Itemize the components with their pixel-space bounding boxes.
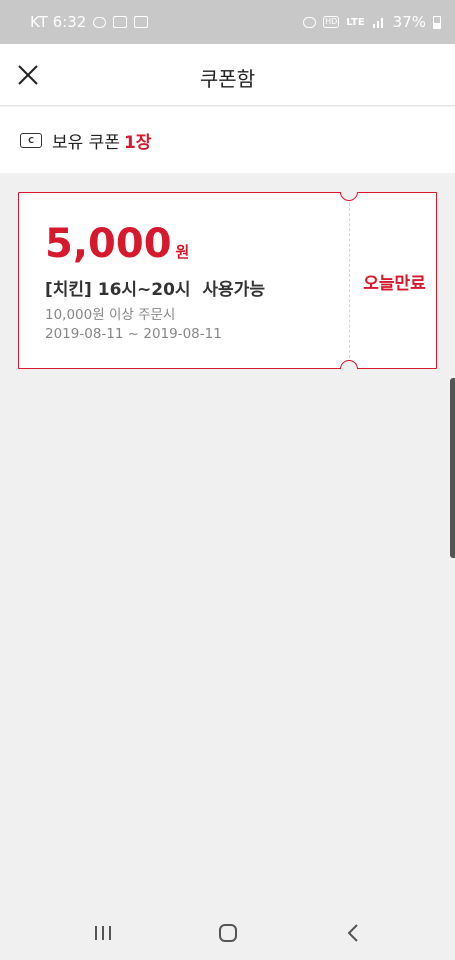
- coupon-expire-label: 오늘만료: [363, 274, 426, 294]
- alarm-icon: [303, 16, 317, 28]
- navigation-bar: [0, 906, 455, 960]
- coupon-amount-unit: 원: [175, 243, 190, 261]
- battery-percent: 37%: [392, 13, 426, 31]
- coupon-divider: [349, 203, 350, 358]
- recent-apps-button[interactable]: [73, 913, 133, 953]
- coupon-summary: C 보유 쿠폰 1장: [0, 107, 455, 173]
- chat-notification-icon: [93, 16, 107, 28]
- coupon-card[interactable]: 5,000 원 [치킨] 16시~20시 사용가능 10,000원 이상 주문시 …: [18, 192, 437, 369]
- coupon-period: 2019-08-11 ~ 2019-08-11: [45, 326, 222, 342]
- carrier-time: KT 6:32: [30, 13, 87, 31]
- gallery-notification-icon: [113, 16, 128, 28]
- coupon-summary-label: 보유 쿠폰: [52, 132, 120, 153]
- page-title: 쿠폰함: [199, 67, 256, 91]
- coupon-notch-bottom: [340, 360, 358, 369]
- coupon-count: 1장: [123, 132, 152, 153]
- scrollbar-thumb[interactable]: [450, 378, 455, 558]
- home-icon[interactable]: [218, 923, 238, 943]
- battery-icon: [433, 15, 441, 29]
- hd-icon: HD: [323, 16, 340, 28]
- header: 쿠폰함: [0, 44, 455, 106]
- signal-icon: [372, 18, 383, 28]
- status-bar: KT 6:32 HD LTE 37%: [0, 0, 455, 44]
- coupon-name: [치킨] 16시~20시 사용가능: [45, 280, 265, 300]
- app-notification-icon: [134, 16, 149, 28]
- home-button[interactable]: [198, 913, 258, 953]
- recent-apps-icon[interactable]: [93, 924, 113, 942]
- back-icon[interactable]: [346, 923, 360, 943]
- status-right: HD LTE 37%: [303, 13, 441, 31]
- coupon-notch-top: [340, 192, 358, 201]
- back-button[interactable]: [323, 913, 383, 953]
- coupon-amount: 5,000 원: [45, 221, 189, 267]
- coupon-condition: 10,000원 이상 주문시: [45, 307, 176, 323]
- network-type: LTE: [346, 16, 365, 28]
- coupon-icon: C: [20, 132, 42, 148]
- coupon-amount-value: 5,000: [45, 221, 172, 267]
- status-left: KT 6:32: [30, 13, 149, 31]
